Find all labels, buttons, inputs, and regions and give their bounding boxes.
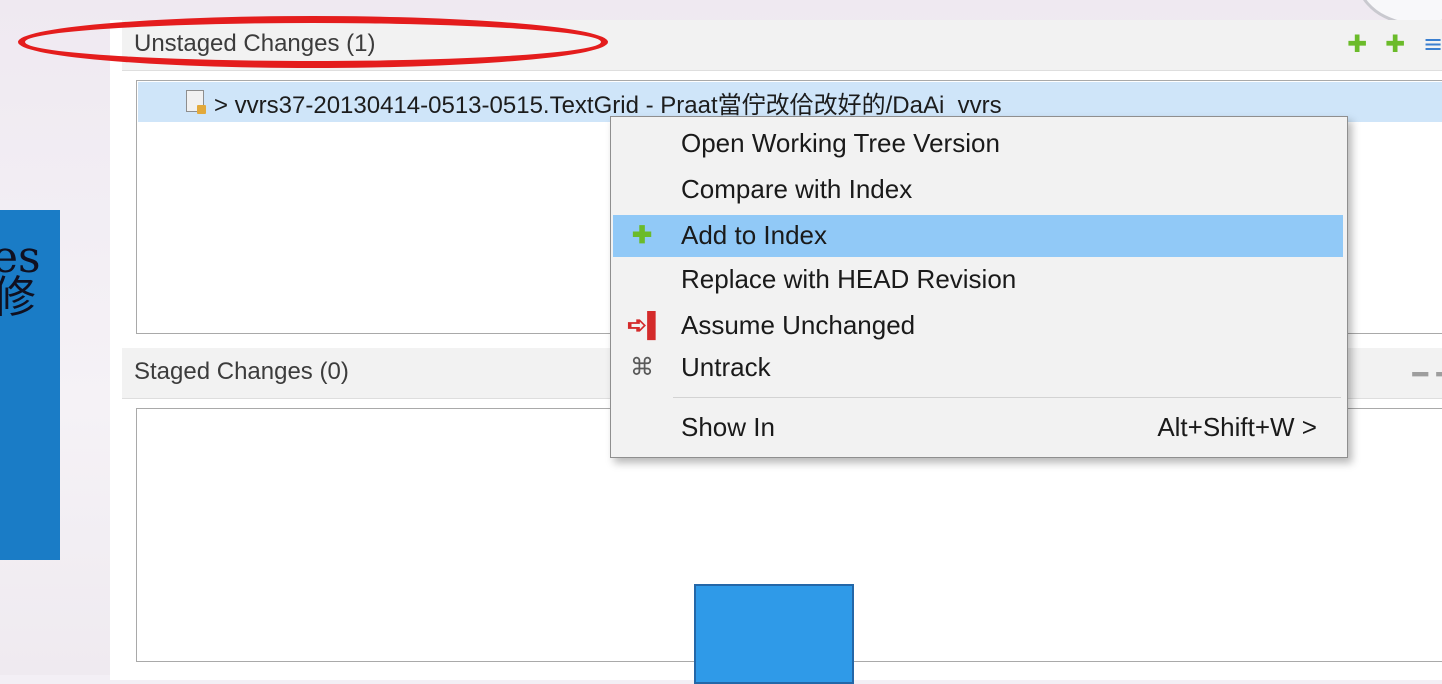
show-in-shortcut: Alt+Shift+W >: [1157, 412, 1317, 442]
menu-item-add-to-index[interactable]: ✚ Add to Index: [613, 215, 1343, 257]
add-all-icon[interactable]: ✚: [1382, 30, 1408, 58]
menu-item-untrack[interactable]: ⌘ Untrack: [613, 347, 1343, 389]
menu-item-compare-with-index[interactable]: Compare with Index: [613, 169, 1343, 211]
red-annotation-ellipse: [18, 16, 608, 68]
modified-file-icon: [186, 90, 206, 114]
staged-changes-title: Staged Changes (0): [134, 358, 349, 385]
blue-callout-box: es 修: [0, 210, 60, 560]
menu-item-assume-unchanged[interactable]: ➪▌ Assume Unchanged: [613, 305, 1343, 347]
unstage-icon[interactable]: ━ ━: [1412, 360, 1442, 390]
blue-square-shape: [694, 584, 854, 684]
add-plus-icon: ✚: [631, 222, 653, 249]
add-to-index-icon[interactable]: ✚: [1344, 30, 1370, 58]
unstaged-file-label: > vvrs37-20130414-0513-0515.TextGrid - P…: [214, 92, 1002, 119]
menu-item-open-working-tree-version[interactable]: Open Working Tree Version: [613, 123, 1343, 165]
menu-separator: [673, 397, 1341, 398]
menu-item-replace-with-head-revision[interactable]: Replace with HEAD Revision: [613, 259, 1343, 301]
menu-item-show-in[interactable]: Show In Alt+Shift+W >: [613, 407, 1343, 449]
assume-unchanged-icon: ➪▌: [627, 312, 665, 339]
untrack-icon: ⌘: [630, 354, 654, 381]
callout-text: es 修: [0, 232, 41, 323]
context-menu: Open Working Tree Version Compare with I…: [610, 116, 1348, 458]
sort-icon[interactable]: ≡: [1420, 30, 1442, 58]
